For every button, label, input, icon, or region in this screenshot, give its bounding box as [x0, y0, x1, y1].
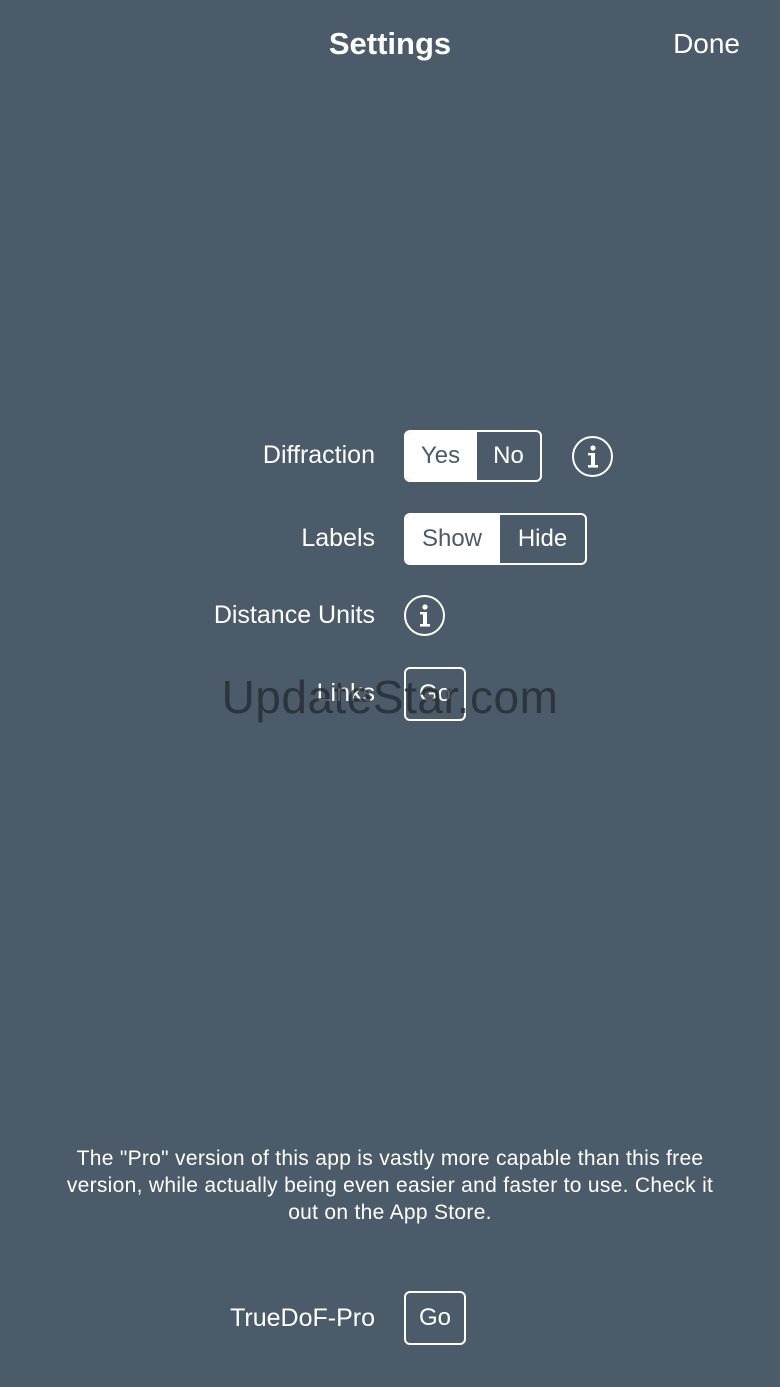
labels-label: Labels [301, 524, 375, 552]
diffraction-no-option[interactable]: No [475, 432, 540, 480]
distance-units-info-icon[interactable] [404, 595, 445, 636]
page-title: Settings [328, 26, 452, 61]
labels-segmented-control: Show Hide [404, 513, 587, 565]
distance-units-label: Distance Units [213, 601, 375, 629]
diffraction-label: Diffraction [262, 441, 375, 469]
pro-promo-text: The "Pro" version of this app is vastly … [66, 1147, 714, 1224]
labels-hide-option[interactable]: Hide [498, 515, 585, 563]
info-glyph [419, 603, 430, 627]
links-label: Links [316, 679, 375, 707]
pro-go-button[interactable]: Go [404, 1291, 466, 1345]
done-button[interactable]: Done [673, 24, 740, 64]
links-go-button[interactable]: Go [404, 667, 466, 721]
info-glyph [587, 444, 598, 468]
labels-show-option[interactable]: Show [406, 515, 498, 563]
diffraction-segmented-control: Yes No [404, 430, 542, 482]
pro-version-label: TrueDoF-Pro [230, 1304, 375, 1332]
diffraction-info-icon[interactable] [572, 436, 613, 477]
diffraction-yes-option[interactable]: Yes [406, 432, 475, 480]
